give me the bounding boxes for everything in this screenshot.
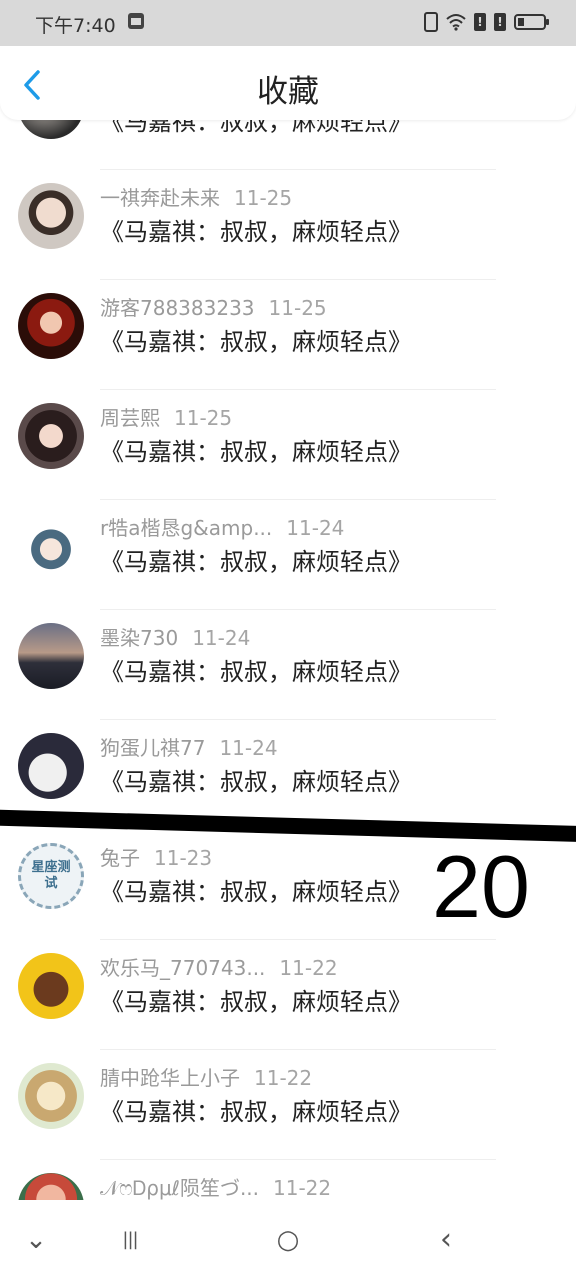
system-nav-bar: ⌄ ||| ○ ‹ — [0, 1200, 576, 1280]
item-subtitle: 《马嘉祺：叔叔，麻烦轻点》 — [100, 218, 412, 246]
item-date: 11-22 — [254, 1066, 313, 1090]
item-author: 周芸熙 — [100, 406, 160, 430]
item-date: 11-25 — [268, 296, 327, 320]
list-item[interactable]: 一祺奔赴未来 11-25 《马嘉祺：叔叔，麻烦轻点》 — [0, 170, 576, 280]
item-meta: 狗蛋儿祺77 11-24 — [100, 732, 278, 761]
avatar: 星座测试 — [18, 843, 84, 909]
wifi-icon — [446, 14, 466, 31]
avatar — [18, 1063, 84, 1129]
item-subtitle: 《马嘉祺：叔叔，麻烦轻点》 — [100, 768, 412, 796]
item-subtitle: 《马嘉祺：叔叔，麻烦轻点》 — [100, 1098, 412, 1126]
app-header: 收藏 — [0, 46, 576, 120]
item-meta: 游客788383233 11-25 — [100, 292, 327, 321]
item-meta: 周芸熙 11-25 — [100, 402, 232, 431]
status-bar: 下午7:40 ! ! — [0, 0, 576, 46]
calendar-icon — [128, 13, 144, 29]
item-subtitle: 《马嘉祺：叔叔，麻烦轻点》 — [100, 988, 412, 1016]
item-subtitle: 《马嘉祺：叔叔，麻烦轻点》 — [100, 548, 412, 576]
item-date: 11-22 — [279, 956, 338, 980]
item-author: 𝒩ෆᎠρμℓ陨笙づ... — [100, 1176, 260, 1200]
page-title: 收藏 — [257, 74, 319, 110]
item-subtitle: 《马嘉祺：叔叔，麻烦轻点》 — [100, 878, 412, 906]
list-item[interactable]: 周芸熙 11-25 《马嘉祺：叔叔，麻烦轻点》 — [0, 390, 576, 500]
list-item[interactable]: 墨染730 11-24 《马嘉祺：叔叔，麻烦轻点》 — [0, 610, 576, 720]
item-date: 11-24 — [192, 626, 251, 650]
avatar — [18, 513, 84, 579]
recent-apps-icon[interactable]: ||| — [110, 1220, 150, 1260]
item-subtitle: 《马嘉祺：叔叔，麻烦轻点》 — [100, 328, 412, 356]
item-date: 11-25 — [174, 406, 233, 430]
item-author: r牿a楷恳g&amp... — [100, 516, 273, 540]
item-subtitle: 《马嘉祺：叔叔，麻烦轻点》 — [100, 658, 412, 686]
status-icons: ! ! — [424, 12, 549, 32]
avatar — [18, 623, 84, 689]
item-date: 11-24 — [219, 736, 278, 760]
vibrate-icon — [424, 12, 438, 32]
item-date: 11-22 — [273, 1176, 332, 1200]
item-date: 11-25 — [234, 186, 293, 210]
list-item[interactable]: 欢乐马_770743... 11-22 《马嘉祺：叔叔，麻烦轻点》 — [0, 940, 576, 1050]
signal-icon: ! — [494, 13, 506, 31]
list-item[interactable]: 腈中跄华上小子 11-22 《马嘉祺：叔叔，麻烦轻点》 — [0, 1050, 576, 1160]
item-author: 狗蛋儿祺77 — [100, 736, 206, 760]
item-meta: 兔子 11-23 — [100, 842, 212, 871]
avatar — [18, 183, 84, 249]
item-meta: 腈中跄华上小子 11-22 — [100, 1062, 312, 1091]
item-author: 欢乐马_770743... — [100, 956, 266, 980]
item-author: 游客788383233 — [100, 296, 255, 320]
status-time: 下午7:40 — [35, 15, 116, 37]
item-date: 11-23 — [154, 846, 213, 870]
item-meta: 一祺奔赴未来 11-25 — [100, 182, 292, 211]
avatar — [18, 403, 84, 469]
list-item[interactable]: r牿a楷恳g&amp... 11-24 《马嘉祺：叔叔，麻烦轻点》 — [0, 500, 576, 610]
item-meta: 墨染730 11-24 — [100, 622, 250, 651]
back-icon[interactable]: ‹ — [426, 1220, 466, 1260]
item-author: 墨染730 — [100, 626, 179, 650]
avatar — [18, 293, 84, 359]
battery-icon — [514, 14, 549, 30]
avatar — [18, 953, 84, 1019]
item-subtitle: 《马嘉祺：叔叔，麻烦轻点》 — [100, 438, 412, 466]
item-author: 兔子 — [100, 846, 140, 870]
home-icon[interactable]: ○ — [268, 1220, 308, 1260]
item-author: 一祺奔赴未来 — [100, 186, 220, 210]
signal-icon: ! — [474, 13, 486, 31]
avatar-text: 星座测试 — [31, 860, 71, 891]
list-item[interactable]: 游客788383233 11-25 《马嘉祺：叔叔，麻烦轻点》 — [0, 280, 576, 390]
avatar — [18, 733, 84, 799]
item-meta: r牿a楷恳g&amp... 11-24 — [100, 512, 344, 541]
item-author: 腈中跄华上小子 — [100, 1066, 240, 1090]
item-meta: 欢乐马_770743... 11-22 — [100, 952, 338, 981]
chevron-down-icon[interactable]: ⌄ — [16, 1220, 56, 1260]
item-meta: 𝒩ෆᎠρμℓ陨笙づ... 11-22 — [100, 1172, 331, 1201]
handwritten-number: 20 — [432, 837, 530, 936]
item-date: 11-24 — [286, 516, 345, 540]
